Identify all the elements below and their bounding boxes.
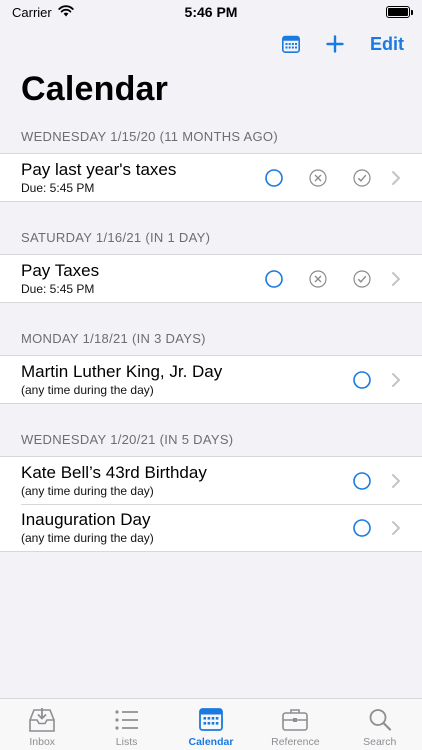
chevron-right-icon[interactable] [384,358,408,402]
calendar-icon [282,35,300,53]
wifi-icon [58,4,74,20]
plus-icon [326,35,344,53]
chevron-right-icon[interactable] [384,459,408,503]
calendar-view-button[interactable] [282,35,300,53]
task-row[interactable]: Inauguration Day (any time during the da… [0,504,422,551]
task-row[interactable]: Pay Taxes Due: 5:45 PM [0,255,422,302]
tab-label: Inbox [29,736,56,748]
task-text: Pay Taxes Due: 5:45 PM [21,261,252,296]
tab-reference[interactable]: Reference [253,707,337,748]
task-actions [252,156,422,200]
calendar-section: MONDAY 1/18/21 (IN 3 DAYS) Martin Luther … [0,303,422,404]
tab-inbox[interactable]: Inbox [0,707,84,748]
task-subtitle: Due: 5:45 PM [21,282,95,296]
task-subtitle: (any time during the day) [21,484,154,498]
task-actions [340,358,422,402]
section-header: WEDNESDAY 1/20/21 (IN 5 DAYS) [21,432,234,447]
carrier-label: Carrier [12,4,52,20]
calendar-section: SATURDAY 1/16/21 (IN 1 DAY) Pay Taxes Due… [0,202,422,303]
search-icon [366,707,394,736]
tab-label: Reference [271,736,320,748]
status-bar: Carrier 5:46 PM [0,0,422,24]
task-title: Kate Bell’s 43rd Birthday [21,463,207,482]
check-circle-icon[interactable] [340,257,384,301]
task-text: Martin Luther King, Jr. Day (any time du… [21,362,340,397]
inbox-icon [28,707,56,736]
calendar-list: WEDNESDAY 1/15/20 (11 MONTHS AGO) Pay las… [0,120,422,552]
add-button[interactable] [326,35,344,53]
section-group: Martin Luther King, Jr. Day (any time du… [0,355,422,404]
complete-circle-icon[interactable] [252,257,296,301]
check-circle-icon[interactable] [340,156,384,200]
nav-bar: Edit [282,28,404,60]
tab-label: Calendar [188,736,234,748]
task-text: Inauguration Day (any time during the da… [21,510,340,545]
tab-search[interactable]: Search [338,707,422,748]
complete-circle-icon[interactable] [252,156,296,200]
calendar-icon [197,707,225,736]
tab-calendar[interactable]: Calendar [169,707,253,748]
task-subtitle: (any time during the day) [21,531,154,545]
task-title: Martin Luther King, Jr. Day [21,362,223,381]
task-actions [340,506,422,550]
task-row[interactable]: Pay last year's taxes Due: 5:45 PM [0,154,422,201]
chevron-right-icon[interactable] [384,156,408,200]
status-left: Carrier [12,5,74,20]
tab-bar: Inbox Lists Calendar Reference Search [0,698,422,750]
cancel-circle-icon[interactable] [296,156,340,200]
battery-icon [386,6,413,18]
calendar-section: WEDNESDAY 1/20/21 (IN 5 DAYS) Kate Bell’s… [0,404,422,552]
section-group: Pay Taxes Due: 5:45 PM [0,254,422,303]
list-icon [113,707,141,736]
tab-lists[interactable]: Lists [85,707,169,748]
task-title: Inauguration Day [21,510,151,529]
complete-circle-icon[interactable] [340,459,384,503]
section-group: Kate Bell’s 43rd Birthday (any time duri… [0,456,422,552]
task-row[interactable]: Martin Luther King, Jr. Day (any time du… [0,356,422,403]
complete-circle-icon[interactable] [340,358,384,402]
section-header: WEDNESDAY 1/15/20 (11 MONTHS AGO) [21,129,278,144]
task-subtitle: Due: 5:45 PM [21,181,95,195]
edit-button[interactable]: Edit [370,34,404,55]
tab-label: Search [363,736,397,748]
task-subtitle: (any time during the day) [21,383,154,397]
cancel-circle-icon[interactable] [296,257,340,301]
tab-label: Lists [115,736,138,748]
task-actions [340,459,422,503]
complete-circle-icon[interactable] [340,506,384,550]
task-text: Pay last year's taxes Due: 5:45 PM [21,160,252,195]
section-header: SATURDAY 1/16/21 (IN 1 DAY) [21,230,211,245]
page-title: Calendar [21,70,169,108]
task-row[interactable]: Kate Bell’s 43rd Birthday (any time duri… [0,457,422,504]
task-text: Kate Bell’s 43rd Birthday (any time duri… [21,463,340,498]
section-group: Pay last year's taxes Due: 5:45 PM [0,153,422,202]
chevron-right-icon[interactable] [384,506,408,550]
section-header: MONDAY 1/18/21 (IN 3 DAYS) [21,331,206,346]
chevron-right-icon[interactable] [384,257,408,301]
calendar-section: WEDNESDAY 1/15/20 (11 MONTHS AGO) Pay las… [0,120,422,202]
task-actions [252,257,422,301]
task-title: Pay last year's taxes [21,160,177,179]
briefcase-icon [281,707,309,736]
task-title: Pay Taxes [21,261,100,280]
